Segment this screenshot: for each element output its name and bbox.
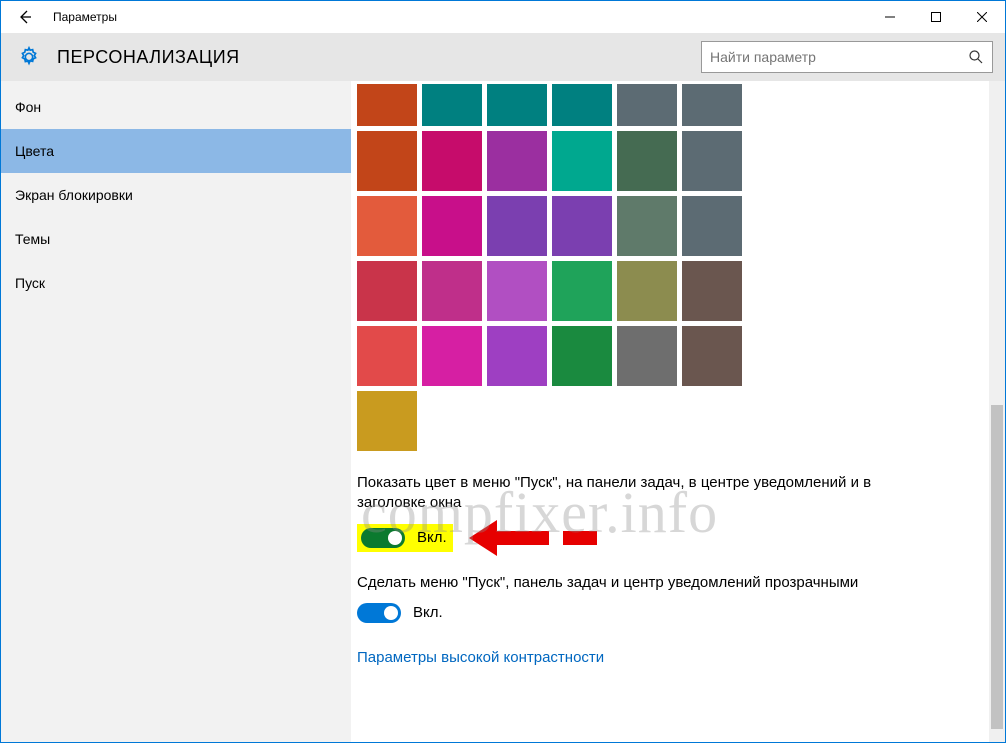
- show-color-toggle-state: Вкл.: [417, 529, 447, 546]
- maximize-button[interactable]: [913, 1, 959, 33]
- color-swatch[interactable]: [487, 261, 547, 321]
- color-swatch[interactable]: [357, 261, 417, 321]
- sidebar-item-label: Фон: [15, 99, 41, 115]
- minimize-button[interactable]: [867, 1, 913, 33]
- sidebar: Фон Цвета Экран блокировки Темы Пуск: [1, 81, 351, 742]
- color-swatch[interactable]: [422, 196, 482, 256]
- header: ПЕРСОНАЛИЗАЦИЯ: [1, 33, 1005, 81]
- sidebar-item-label: Темы: [15, 231, 50, 247]
- color-swatch[interactable]: [487, 131, 547, 191]
- color-swatch[interactable]: [682, 326, 742, 386]
- search-box[interactable]: [701, 41, 993, 73]
- color-swatch[interactable]: [617, 326, 677, 386]
- color-swatch[interactable]: [422, 131, 482, 191]
- sidebar-item-background[interactable]: Фон: [1, 85, 351, 129]
- sidebar-item-lockscreen[interactable]: Экран блокировки: [1, 173, 351, 217]
- color-swatch[interactable]: [357, 326, 417, 386]
- settings-window: Параметры ПЕРСОНАЛИЗАЦИЯ Фон Цвета: [0, 0, 1006, 743]
- color-swatch[interactable]: [617, 261, 677, 321]
- settings-gear-icon: [17, 45, 41, 69]
- transparency-toggle-state: Вкл.: [413, 604, 443, 621]
- show-color-toggle[interactable]: [361, 528, 405, 548]
- body: Фон Цвета Экран блокировки Темы Пуск Пок…: [1, 81, 1005, 742]
- minimize-icon: [885, 12, 895, 22]
- scrollbar[interactable]: [989, 81, 1005, 742]
- search-icon: [968, 49, 984, 65]
- color-row: [357, 326, 1005, 386]
- titlebar: Параметры: [1, 1, 1005, 33]
- color-swatch[interactable]: [552, 131, 612, 191]
- color-swatch[interactable]: [422, 261, 482, 321]
- color-swatch[interactable]: [357, 84, 417, 126]
- color-swatch[interactable]: [487, 196, 547, 256]
- sidebar-item-label: Экран блокировки: [15, 187, 133, 203]
- search-input[interactable]: [710, 49, 968, 65]
- color-row: [357, 131, 1005, 191]
- color-swatch[interactable]: [357, 196, 417, 256]
- sidebar-item-themes[interactable]: Темы: [1, 217, 351, 261]
- scroll-thumb[interactable]: [991, 405, 1003, 729]
- color-swatch[interactable]: [487, 84, 547, 126]
- color-swatch[interactable]: [422, 84, 482, 126]
- color-swatch[interactable]: [552, 326, 612, 386]
- high-contrast-link[interactable]: Параметры высокой контрастности: [357, 649, 604, 666]
- color-swatch[interactable]: [682, 131, 742, 191]
- color-row: [357, 84, 1005, 126]
- color-swatch[interactable]: [682, 84, 742, 126]
- toggle-highlight: Вкл.: [357, 524, 453, 552]
- color-swatch[interactable]: [617, 84, 677, 126]
- sidebar-item-label: Цвета: [15, 143, 54, 159]
- sidebar-item-colors[interactable]: Цвета: [1, 129, 351, 173]
- show-color-label: Показать цвет в меню "Пуск", на панели з…: [357, 473, 897, 514]
- arrow-left-icon: [17, 9, 33, 25]
- content: Показать цвет в меню "Пуск", на панели з…: [351, 81, 1005, 742]
- color-swatch[interactable]: [422, 326, 482, 386]
- color-swatch[interactable]: [487, 326, 547, 386]
- transparency-toggle[interactable]: [357, 603, 401, 623]
- window-title: Параметры: [49, 10, 117, 24]
- close-button[interactable]: [959, 1, 1005, 33]
- close-icon: [977, 12, 987, 22]
- color-swatch[interactable]: [357, 131, 417, 191]
- sidebar-item-start[interactable]: Пуск: [1, 261, 351, 305]
- page-title: ПЕРСОНАЛИЗАЦИЯ: [57, 47, 701, 68]
- color-grid: [357, 81, 1005, 451]
- back-button[interactable]: [1, 1, 49, 33]
- color-swatch[interactable]: [682, 196, 742, 256]
- transparency-label: Сделать меню "Пуск", панель задач и цент…: [357, 573, 897, 593]
- annotation-arrow: [469, 520, 597, 556]
- color-swatch[interactable]: [357, 391, 417, 451]
- color-swatch[interactable]: [552, 84, 612, 126]
- color-swatch[interactable]: [552, 261, 612, 321]
- color-swatch[interactable]: [682, 261, 742, 321]
- color-swatch[interactable]: [552, 196, 612, 256]
- maximize-icon: [931, 12, 941, 22]
- color-row: [357, 391, 1005, 451]
- color-row: [357, 261, 1005, 321]
- sidebar-item-label: Пуск: [15, 275, 45, 291]
- color-swatch[interactable]: [617, 131, 677, 191]
- color-swatch[interactable]: [617, 196, 677, 256]
- color-row: [357, 196, 1005, 256]
- window-controls: [867, 1, 1005, 33]
